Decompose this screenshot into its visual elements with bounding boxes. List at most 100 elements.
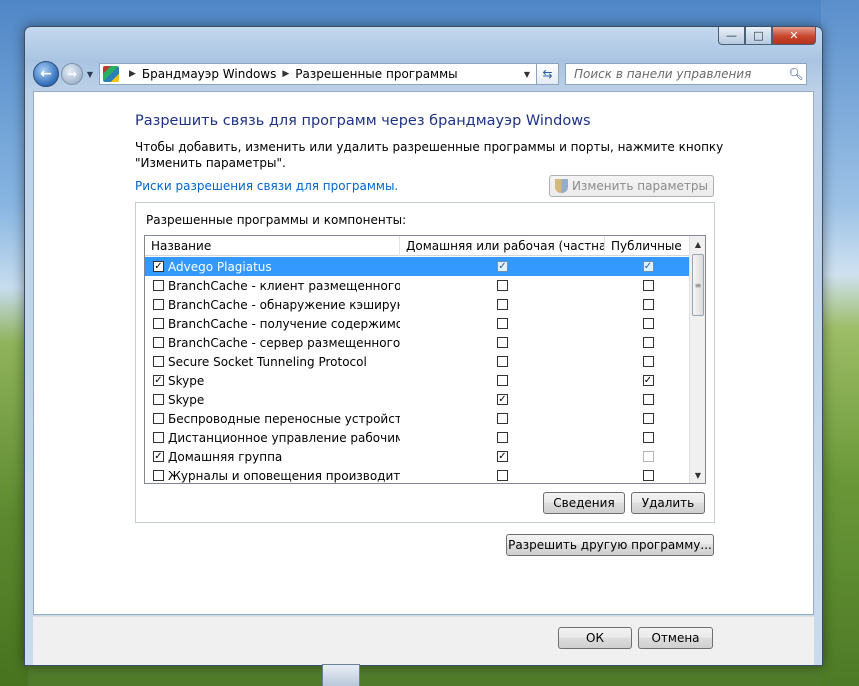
scroll-thumb[interactable]: ≡ xyxy=(692,254,704,316)
breadcrumb-chevron-icon[interactable]: ▶ xyxy=(282,69,289,79)
table-row[interactable]: BranchCache - сервер размещенного кэ... xyxy=(145,333,691,352)
public-network-checkbox[interactable] xyxy=(642,356,654,367)
home-network-cell xyxy=(400,337,605,348)
delete-button[interactable]: Удалить xyxy=(631,492,705,514)
public-network-checkbox[interactable] xyxy=(642,280,654,291)
rule-enabled-checkbox[interactable] xyxy=(153,280,164,291)
search-input[interactable] xyxy=(572,66,786,82)
page-title: Разрешить связь для программ через бранд… xyxy=(135,113,591,129)
rule-enabled-checkbox[interactable] xyxy=(153,318,164,329)
table-row[interactable]: ✓ Skype ✓ xyxy=(145,371,691,390)
recent-pages-dropdown[interactable]: ▼ xyxy=(85,70,95,79)
rule-enabled-checkbox[interactable]: ✓ xyxy=(153,451,164,462)
home-network-checkbox[interactable] xyxy=(497,375,508,386)
home-network-checkbox[interactable] xyxy=(497,280,508,291)
public-network-checkbox[interactable] xyxy=(642,394,654,405)
table-row[interactable]: Skype ✓ xyxy=(145,390,691,409)
table-row[interactable]: Журналы и оповещения производитель... xyxy=(145,466,691,483)
home-network-checkbox[interactable]: ✓ xyxy=(497,261,508,272)
rule-enabled-checkbox[interactable] xyxy=(153,394,164,405)
table-row[interactable]: BranchCache - клиент размещенного кэ... xyxy=(145,276,691,295)
public-network-checkbox[interactable] xyxy=(642,299,654,310)
scroll-down-icon[interactable]: ▼ xyxy=(690,467,705,483)
public-network-cell xyxy=(605,470,691,481)
search-icon[interactable]: 🔍︎ xyxy=(786,67,806,81)
column-header-home[interactable]: Домашняя или рабочая (частная) xyxy=(400,236,605,256)
public-network-cell xyxy=(605,299,691,310)
rule-enabled-checkbox[interactable] xyxy=(153,356,164,367)
refresh-button[interactable]: ⇆ xyxy=(537,63,559,85)
public-network-checkbox[interactable]: ✓ xyxy=(642,375,654,386)
close-button[interactable]: ✕ xyxy=(772,27,816,45)
home-network-checkbox[interactable] xyxy=(497,337,508,348)
home-network-cell: ✓ xyxy=(400,451,605,462)
cancel-button[interactable]: Отмена xyxy=(638,627,713,649)
public-network-checkbox[interactable] xyxy=(642,470,654,481)
address-bar[interactable]: ▶ Брандмауэр Windows ▶ Разрешенные прогр… xyxy=(99,63,537,85)
search-box[interactable]: 🔍︎ xyxy=(565,63,807,85)
home-network-checkbox[interactable] xyxy=(497,470,508,481)
page-description: Чтобы добавить, изменить или удалить раз… xyxy=(135,140,724,170)
breadcrumb-item-firewall[interactable]: Брандмауэр Windows xyxy=(142,67,276,81)
rule-enabled-checkbox[interactable]: ✓ xyxy=(153,375,164,386)
address-dropdown-icon[interactable]: ▼ xyxy=(518,70,536,79)
rule-enabled-checkbox[interactable] xyxy=(153,337,164,348)
column-header-name[interactable]: Название xyxy=(145,236,400,256)
allow-another-program-button[interactable]: Разрешить другую программу... xyxy=(506,534,714,556)
risks-link[interactable]: Риски разрешения связи для программы. xyxy=(135,179,398,193)
program-name-cell: BranchCache - обнаружение кэширующ... xyxy=(145,298,400,312)
public-network-cell: ✓ xyxy=(605,261,691,272)
rule-enabled-checkbox[interactable] xyxy=(153,432,164,443)
table-row[interactable]: BranchCache - получение содержимого ... xyxy=(145,314,691,333)
public-network-checkbox[interactable] xyxy=(642,451,654,462)
rule-enabled-checkbox[interactable] xyxy=(153,413,164,424)
table-row[interactable]: ✓ Advego Plagiatus ✓ ✓ xyxy=(145,257,691,276)
public-network-cell xyxy=(605,356,691,367)
public-network-checkbox[interactable] xyxy=(642,337,654,348)
programs-listview[interactable]: Название Домашняя или рабочая (частная) … xyxy=(144,235,706,484)
table-row[interactable]: Беспроводные переносные устройства xyxy=(145,409,691,428)
table-row[interactable]: Дистанционное управление рабочим ст... xyxy=(145,428,691,447)
program-name-cell: BranchCache - клиент размещенного кэ... xyxy=(145,279,400,293)
public-network-cell xyxy=(605,451,691,462)
rule-enabled-checkbox[interactable]: ✓ xyxy=(153,261,164,272)
change-settings-button[interactable]: Изменить параметры xyxy=(549,175,714,197)
forward-button[interactable]: → xyxy=(61,63,83,85)
listview-header: Название Домашняя или рабочая (частная) … xyxy=(145,236,691,256)
rule-enabled-checkbox[interactable] xyxy=(153,299,164,310)
program-name: Дистанционное управление рабочим ст... xyxy=(168,430,400,445)
table-row[interactable]: ✓ Домашняя группа ✓ xyxy=(145,447,691,466)
minimize-button[interactable]: — xyxy=(718,27,745,45)
table-row[interactable]: BranchCache - обнаружение кэширующ... xyxy=(145,295,691,314)
home-network-checkbox[interactable] xyxy=(497,356,508,367)
ok-button[interactable]: ОК xyxy=(558,627,632,649)
rule-enabled-checkbox[interactable] xyxy=(153,470,164,481)
home-network-checkbox[interactable]: ✓ xyxy=(497,451,508,462)
change-settings-label: Изменить параметры xyxy=(571,179,708,193)
firewall-window: — □ ✕ ← → ▼ ▶ Брандмауэр Windows ▶ Разре… xyxy=(24,26,823,666)
taskbar-item[interactable] xyxy=(322,664,360,686)
home-network-cell: ✓ xyxy=(400,261,605,272)
scroll-up-icon[interactable]: ▲ xyxy=(690,236,705,252)
column-header-public[interactable]: Публичные xyxy=(605,236,691,256)
details-button[interactable]: Сведения xyxy=(543,492,625,514)
maximize-button[interactable]: □ xyxy=(745,27,772,45)
home-network-checkbox[interactable] xyxy=(497,318,508,329)
home-network-checkbox[interactable]: ✓ xyxy=(497,394,508,405)
control-panel-icon xyxy=(103,66,119,82)
home-network-cell xyxy=(400,318,605,329)
breadcrumb-item-allowed-programs[interactable]: Разрешенные программы xyxy=(295,67,457,81)
public-network-checkbox[interactable] xyxy=(642,318,654,329)
vertical-scrollbar[interactable]: ▲ ≡ ▼ xyxy=(689,236,705,483)
public-network-checkbox[interactable]: ✓ xyxy=(642,261,654,272)
public-network-checkbox[interactable] xyxy=(642,413,654,424)
back-button[interactable]: ← xyxy=(33,61,59,87)
home-network-cell xyxy=(400,375,605,386)
home-network-checkbox[interactable] xyxy=(497,413,508,424)
table-row[interactable]: Secure Socket Tunneling Protocol xyxy=(145,352,691,371)
breadcrumb-chevron-icon[interactable]: ▶ xyxy=(129,69,136,79)
content-pane: Разрешить связь для программ через бранд… xyxy=(33,91,814,615)
home-network-checkbox[interactable] xyxy=(497,299,508,310)
home-network-checkbox[interactable] xyxy=(497,432,508,443)
public-network-checkbox[interactable] xyxy=(642,432,654,443)
